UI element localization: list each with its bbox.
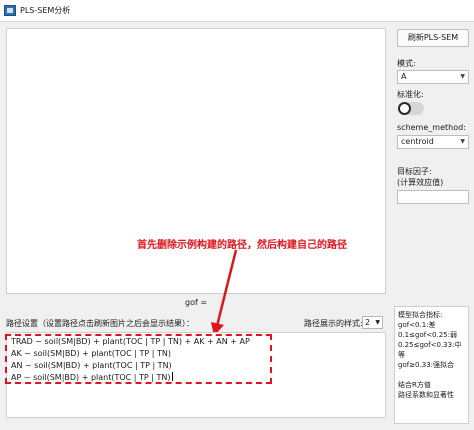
standardize-toggle[interactable] [398,102,424,115]
refresh-pls-sem-button[interactable]: 刷新PLS-SEM [397,29,469,47]
title-bar: PLS-SEM分析 [0,0,474,22]
gof-label: gof = [185,298,208,307]
scheme-method-value: centroid [401,137,434,146]
info-line: 模型拟合指标: [398,311,443,319]
app-icon [4,5,16,16]
chevron-down-icon: ▼ [460,138,465,145]
scheme-method-select[interactable]: centroid ▼ [397,135,469,149]
target-factor-sublabel: (计算效应值) [397,178,444,187]
target-factor-label: 目标因子: [397,167,432,176]
annotation-text: 首先删除示例构建的路径，然后构建自己的路径 [137,240,347,251]
standardize-label: 标准化: [397,90,424,99]
mode-value: A [401,72,407,81]
chevron-down-icon: ▼ [375,319,380,326]
info-line: 路径系数和显著性 [398,391,454,399]
window-title: PLS-SEM分析 [20,6,71,15]
path-settings-label: 路径设置（设置路径点击刷新图片之后会显示结果）： [6,319,194,328]
toggle-knob [398,102,411,115]
path-style-select[interactable]: 2 ▼ [362,316,383,329]
path-style-value: 2 [365,318,371,327]
info-line: 0.1≤gof<0.25:弱 [398,331,457,339]
info-line: gof<0.1:差 [398,321,436,329]
mode-select[interactable]: A ▼ [397,70,469,84]
info-line: gof≥0.33:强拟合 [398,361,454,369]
info-line: 0.25≤gof<0.33:中等 [398,341,462,359]
fit-info-panel: 模型拟合指标: gof<0.1:差 0.1≤gof<0.25:弱 0.25≤go… [394,306,469,424]
target-factor-input[interactable] [397,190,469,204]
path-style-label: 路径展示的样式: [304,319,363,328]
info-line: 结合R方值 [398,381,431,389]
mode-label: 模式: [397,59,416,68]
scheme-method-label: scheme_method: [397,123,466,132]
plot-canvas [6,28,386,294]
chevron-down-icon: ▼ [460,73,465,80]
annotation-highlight-box [5,334,272,384]
